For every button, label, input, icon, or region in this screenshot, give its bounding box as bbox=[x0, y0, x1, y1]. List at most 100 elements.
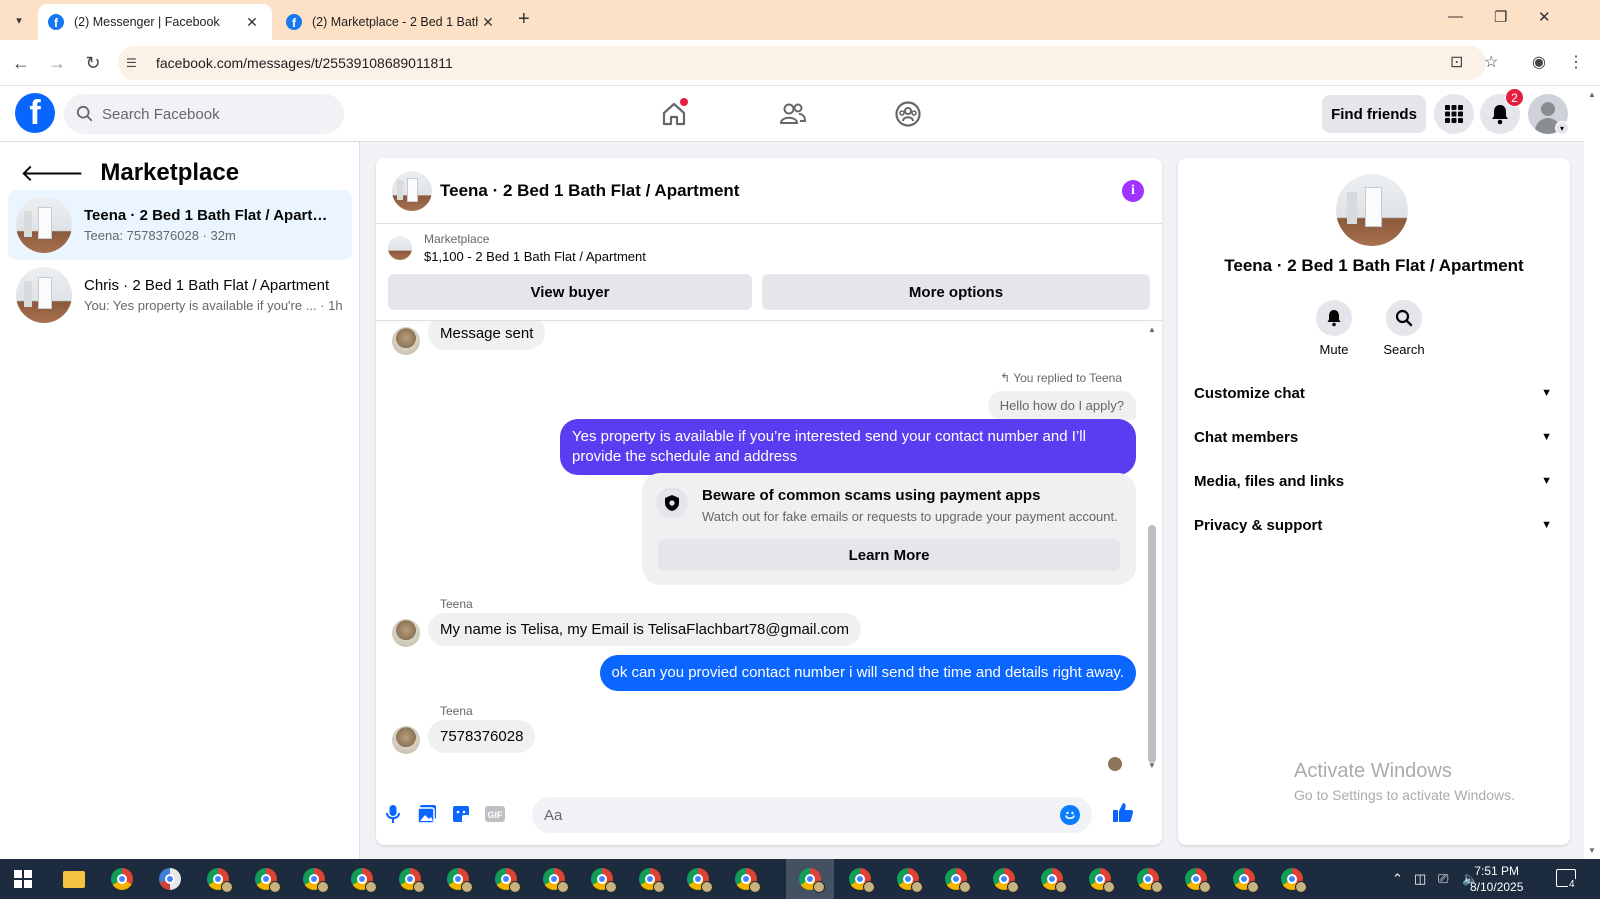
conversation-list-panel: 🡐 Marketplace Teena · 2 Bed 1 Bath Flat … bbox=[0, 142, 360, 859]
chrome-profile-icon[interactable] bbox=[990, 865, 1019, 893]
view-buyer-button[interactable]: View buyer bbox=[388, 274, 752, 310]
minimize-icon[interactable]: — bbox=[1448, 8, 1463, 25]
install-app-icon[interactable]: ⊡ bbox=[1450, 52, 1463, 72]
window-close-icon[interactable]: ✕ bbox=[1538, 8, 1551, 26]
chrome-profile-icon[interactable] bbox=[846, 865, 875, 893]
privacy-support-row[interactable]: Privacy & support ▼ bbox=[1194, 504, 1554, 546]
tray-chevron-up-icon[interactable]: ⌃ bbox=[1392, 871, 1403, 887]
facebook-search[interactable] bbox=[64, 94, 344, 134]
new-tab-icon[interactable]: + bbox=[518, 8, 530, 31]
account-chevron-down-icon[interactable]: ▾ bbox=[1555, 121, 1569, 135]
back-icon[interactable]: ← bbox=[8, 50, 34, 76]
thumbs-up-icon[interactable] bbox=[1112, 801, 1134, 823]
chrome-profile-icon[interactable] bbox=[1134, 865, 1163, 893]
media-files-links-row[interactable]: Media, files and links ▼ bbox=[1194, 460, 1554, 502]
search-conversation-button[interactable]: Search bbox=[1374, 300, 1434, 357]
close-tab-icon[interactable]: ✕ bbox=[242, 14, 262, 31]
emoji-icon[interactable] bbox=[1060, 805, 1080, 825]
windows-start-icon[interactable] bbox=[14, 870, 32, 888]
page-scrollbar[interactable]: ▲ ▼ bbox=[1584, 86, 1600, 859]
browser-menu-icon[interactable]: ⋮ bbox=[1568, 52, 1584, 72]
groups-icon[interactable] bbox=[892, 98, 924, 130]
sticker-icon[interactable] bbox=[450, 803, 472, 825]
file-explorer-icon[interactable] bbox=[60, 865, 88, 893]
message-input[interactable] bbox=[544, 806, 1044, 824]
gif-icon[interactable]: GIF bbox=[484, 803, 506, 825]
system-clock[interactable]: 7:51 PM 8/10/2025 bbox=[1470, 863, 1523, 895]
mute-label: Mute bbox=[1319, 342, 1349, 357]
chrome-profile-icon[interactable] bbox=[942, 865, 971, 893]
chat-avatar[interactable] bbox=[392, 170, 432, 211]
notifications-bell-icon[interactable]: 2 bbox=[1480, 88, 1524, 134]
network-icon[interactable]: ⎚ bbox=[1438, 871, 1448, 887]
scroll-up-icon[interactable]: ▲ bbox=[1148, 325, 1156, 334]
watermark-title: Activate Windows bbox=[1294, 760, 1452, 782]
chrome-profile-icon[interactable] bbox=[252, 865, 281, 893]
conversation-item-chris[interactable]: Chris · 2 Bed 1 Bath Flat / Apartment Yo… bbox=[8, 260, 352, 330]
listing-summary[interactable]: Marketplace $1,100 - 2 Bed 1 Bath Flat /… bbox=[388, 232, 646, 264]
tab-title: (2) Messenger | Facebook bbox=[74, 15, 220, 29]
chat-members-row[interactable]: Chat members ▼ bbox=[1194, 416, 1554, 458]
photo-icon[interactable] bbox=[416, 803, 438, 825]
more-options-button[interactable]: More options bbox=[762, 274, 1150, 310]
chrome-profile-icon[interactable] bbox=[540, 865, 569, 893]
reload-icon[interactable]: ↻ bbox=[80, 50, 106, 76]
details-avatar bbox=[1336, 174, 1408, 246]
chrome-profile-icon[interactable] bbox=[894, 865, 923, 893]
chrome-profile-icon[interactable] bbox=[1182, 865, 1211, 893]
find-friends-button[interactable]: Find friends bbox=[1322, 95, 1426, 133]
facebook-logo-icon[interactable]: f bbox=[15, 93, 55, 133]
forward-icon[interactable]: → bbox=[44, 50, 70, 76]
conversation-preview: You: Yes property is available if you're… bbox=[84, 298, 343, 313]
home-icon[interactable] bbox=[658, 98, 690, 130]
scroll-down-icon[interactable]: ▼ bbox=[1148, 761, 1156, 770]
message-scrollbar[interactable]: ▲ ▼ bbox=[1148, 325, 1156, 771]
search-input[interactable] bbox=[102, 105, 332, 123]
bookmark-star-icon[interactable]: ☆ bbox=[1484, 52, 1498, 72]
chrome-profile-icon[interactable] bbox=[636, 865, 665, 893]
chrome-profile-icon[interactable] bbox=[492, 865, 521, 893]
chrome-profile-icon[interactable] bbox=[396, 865, 425, 893]
chrome-profile-icon[interactable] bbox=[732, 865, 761, 893]
back-arrow-icon[interactable]: 🡐 bbox=[20, 158, 84, 188]
scam-warning-card: Beware of common scams using payment app… bbox=[642, 473, 1136, 585]
tab-search-chevron-icon[interactable]: ▾ bbox=[8, 9, 30, 31]
profile-icon[interactable]: ◉ bbox=[1532, 52, 1546, 72]
url-text[interactable]: facebook.com/messages/t/2553910868901181… bbox=[156, 55, 453, 71]
info-icon[interactable]: i bbox=[1122, 180, 1144, 202]
message-input-wrapper[interactable] bbox=[532, 797, 1092, 833]
chrome-profile-icon[interactable] bbox=[444, 865, 473, 893]
restore-icon[interactable]: ❐ bbox=[1494, 8, 1507, 26]
scam-warning-title: Beware of common scams using payment app… bbox=[702, 487, 1041, 504]
mute-button[interactable]: Mute bbox=[1304, 300, 1364, 357]
scroll-down-icon[interactable]: ▼ bbox=[1588, 846, 1596, 855]
tab-marketplace[interactable]: f (2) Marketplace - 2 Bed 1 Bath F ✕ bbox=[276, 4, 508, 40]
chrome-profile-icon[interactable] bbox=[1230, 865, 1259, 893]
chrome-profile-icon[interactable] bbox=[300, 865, 329, 893]
friends-icon[interactable] bbox=[776, 98, 808, 130]
menu-grid-icon[interactable] bbox=[1434, 94, 1474, 134]
chrome-profile-icon[interactable] bbox=[1038, 865, 1067, 893]
search-icon bbox=[76, 105, 93, 122]
chrome-profile-icon[interactable] bbox=[204, 865, 233, 893]
learn-more-button[interactable]: Learn More bbox=[658, 539, 1120, 571]
chrome-icon[interactable] bbox=[108, 865, 136, 893]
chat-title[interactable]: Teena · 2 Bed 1 Bath Flat / Apartment bbox=[440, 181, 739, 201]
chrome-profile-icon[interactable] bbox=[588, 865, 617, 893]
chrome-profile-icon[interactable] bbox=[1086, 865, 1115, 893]
customize-chat-row[interactable]: Customize chat ▼ bbox=[1194, 372, 1554, 414]
chrome-profile-icon[interactable] bbox=[348, 865, 377, 893]
scrollbar-thumb[interactable] bbox=[1148, 525, 1156, 763]
chrome-active-window-icon[interactable] bbox=[786, 859, 834, 899]
chrome-profile-icon[interactable] bbox=[1278, 865, 1307, 893]
scroll-up-icon[interactable]: ▲ bbox=[1588, 90, 1596, 99]
tab-messenger[interactable]: f (2) Messenger | Facebook ✕ bbox=[38, 4, 272, 40]
meet-now-icon[interactable]: ◫ bbox=[1414, 871, 1426, 887]
microphone-icon[interactable] bbox=[382, 803, 404, 825]
chrome-profile-icon[interactable] bbox=[684, 865, 713, 893]
conversation-item-teena[interactable]: Teena · 2 Bed 1 Bath Flat / Apartm... Te… bbox=[8, 190, 352, 260]
paint-icon[interactable] bbox=[156, 865, 184, 893]
site-settings-icon[interactable]: ☰ bbox=[126, 56, 148, 70]
address-bar[interactable]: ☰ facebook.com/messages/t/25539108689011… bbox=[118, 46, 1486, 80]
close-tab-icon[interactable]: ✕ bbox=[478, 14, 498, 31]
